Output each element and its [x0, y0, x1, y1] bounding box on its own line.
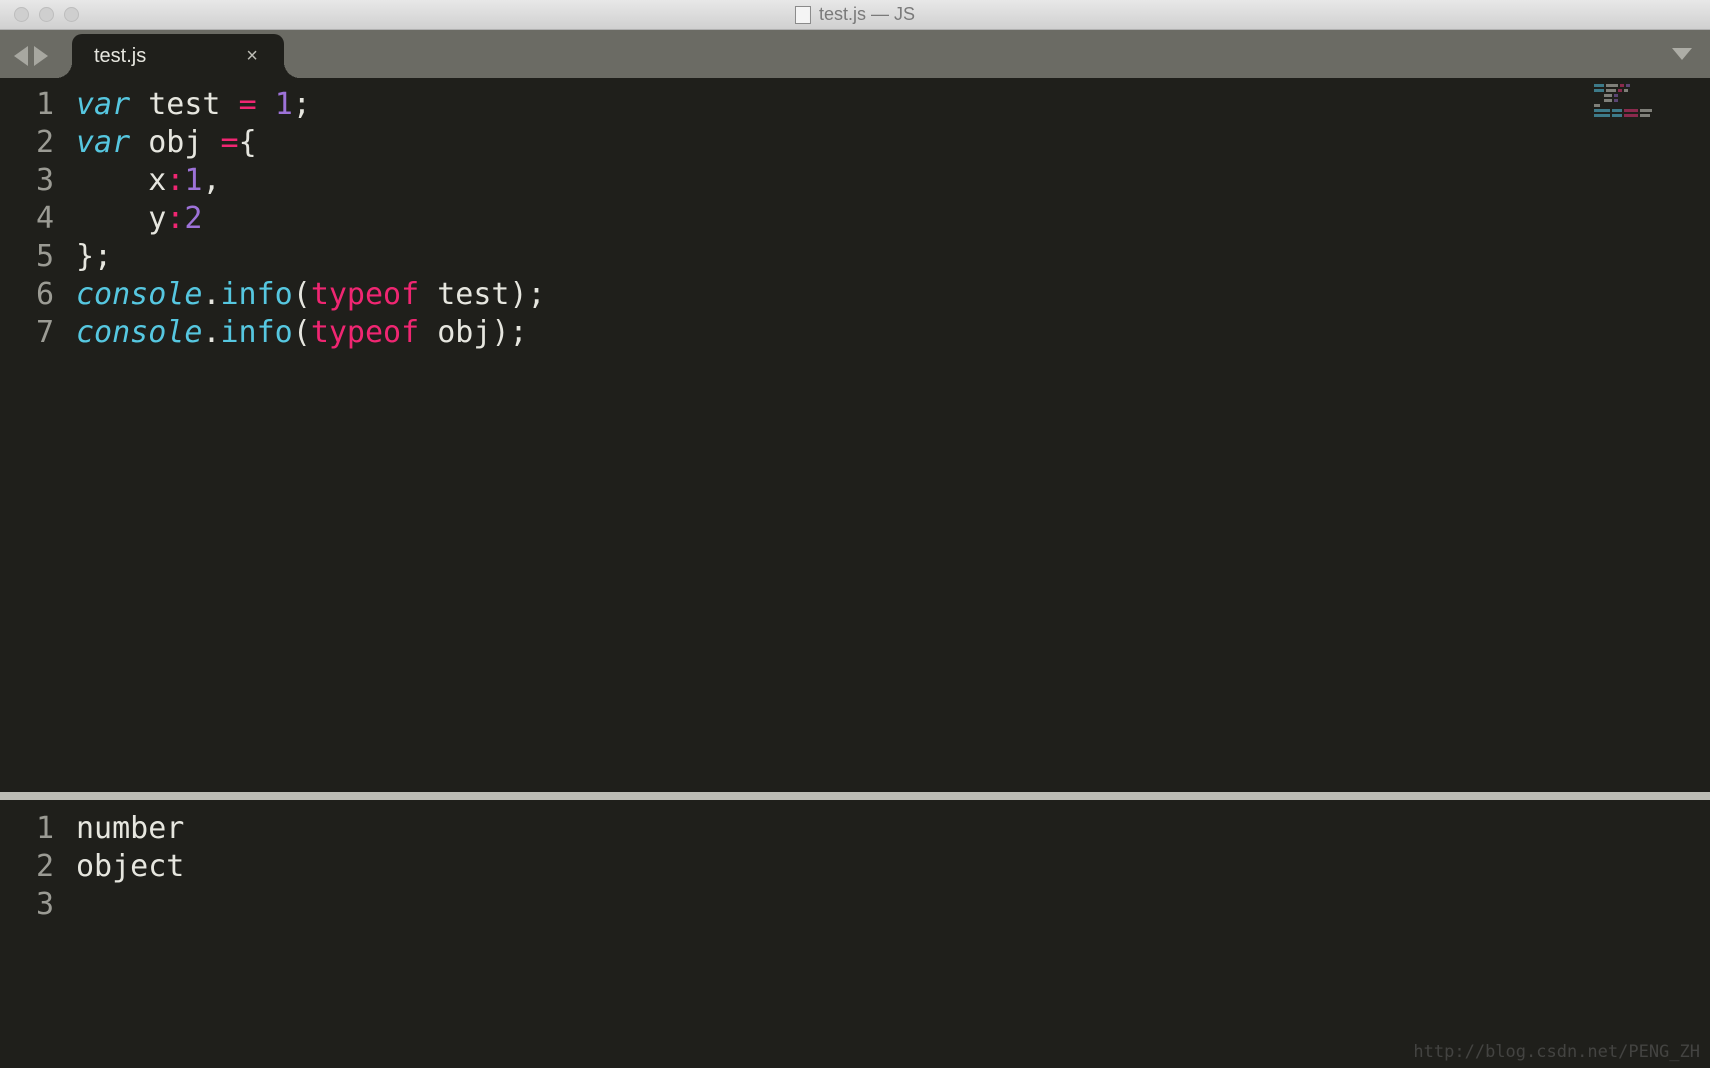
- console-gutter[interactable]: 123: [0, 800, 76, 1068]
- code-line[interactable]: y:2: [76, 200, 1710, 238]
- code-line[interactable]: console.info(typeof test);: [76, 276, 1710, 314]
- chevron-down-icon: [1672, 48, 1692, 60]
- code-line[interactable]: x:1,: [76, 162, 1710, 200]
- file-icon: [795, 6, 811, 24]
- close-window-button[interactable]: [14, 7, 29, 22]
- editor-code[interactable]: var test = 1;var obj ={ x:1, y:2};consol…: [76, 78, 1710, 792]
- line-number[interactable]: 3: [0, 162, 54, 200]
- window-title: test.js — JS: [795, 4, 915, 25]
- line-number[interactable]: 6: [0, 276, 54, 314]
- line-number[interactable]: 1: [0, 86, 54, 124]
- editor-window: test.js — JS test.js × 1234567 var test …: [0, 0, 1710, 1068]
- tab-menu-button[interactable]: [1672, 48, 1692, 60]
- code-line[interactable]: console.info(typeof obj);: [76, 314, 1710, 352]
- line-number[interactable]: 3: [0, 886, 54, 924]
- code-line[interactable]: var obj ={: [76, 124, 1710, 162]
- minimize-window-button[interactable]: [39, 7, 54, 22]
- console-output[interactable]: numberobject: [76, 800, 1710, 1068]
- line-number[interactable]: 4: [0, 200, 54, 238]
- line-number[interactable]: 7: [0, 314, 54, 352]
- editor-panes: 1234567 var test = 1;var obj ={ x:1, y:2…: [0, 78, 1710, 1068]
- console-line[interactable]: number: [76, 810, 1710, 848]
- watermark: http://blog.csdn.net/PENG_ZH: [1413, 1042, 1700, 1062]
- zoom-window-button[interactable]: [64, 7, 79, 22]
- tab-test-js[interactable]: test.js ×: [72, 34, 284, 78]
- code-line[interactable]: };: [76, 238, 1710, 276]
- history-back-button[interactable]: [14, 46, 28, 66]
- console-line[interactable]: object: [76, 848, 1710, 886]
- tab-label: test.js: [94, 45, 146, 68]
- window-title-text: test.js — JS: [819, 4, 915, 25]
- code-editor[interactable]: 1234567 var test = 1;var obj ={ x:1, y:2…: [0, 78, 1710, 792]
- editor-gutter[interactable]: 1234567: [0, 78, 76, 792]
- line-number[interactable]: 2: [0, 124, 54, 162]
- pane-divider[interactable]: [0, 792, 1710, 800]
- console-line[interactable]: [76, 886, 1710, 924]
- history-forward-button[interactable]: [34, 46, 48, 66]
- tab-close-button[interactable]: ×: [246, 45, 258, 68]
- code-line[interactable]: var test = 1;: [76, 86, 1710, 124]
- console-panel[interactable]: 123 numberobject http://blog.csdn.net/PE…: [0, 800, 1710, 1068]
- history-nav: [14, 46, 48, 66]
- tab-bar: test.js ×: [0, 30, 1710, 78]
- titlebar[interactable]: test.js — JS: [0, 0, 1710, 30]
- line-number[interactable]: 2: [0, 848, 54, 886]
- minimap[interactable]: [1594, 84, 1704, 119]
- line-number[interactable]: 1: [0, 810, 54, 848]
- window-controls: [0, 7, 79, 22]
- line-number[interactable]: 5: [0, 238, 54, 276]
